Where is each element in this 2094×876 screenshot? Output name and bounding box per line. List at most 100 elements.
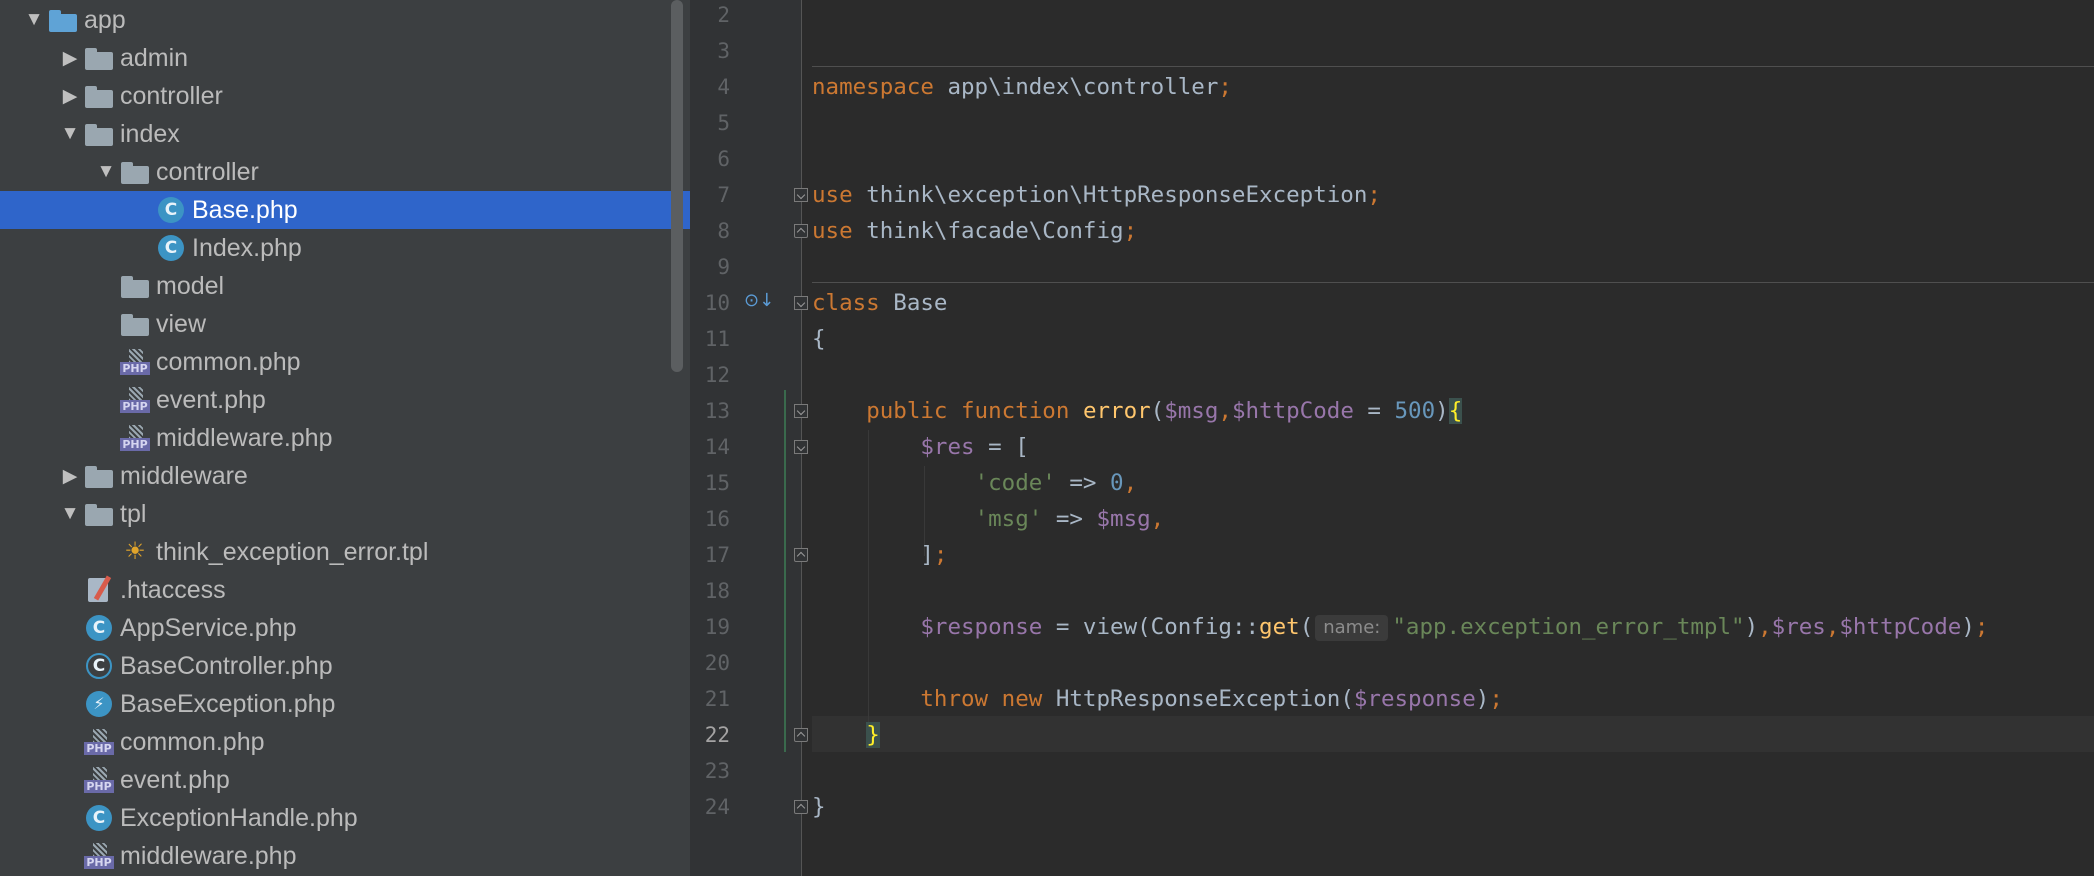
- folder-icon: [84, 499, 114, 529]
- vcs-change-marker[interactable]: [784, 390, 786, 752]
- fold-start-icon[interactable]: [794, 404, 808, 418]
- tree-item[interactable]: model: [0, 267, 690, 305]
- tree-item[interactable]: ▶ middleware: [0, 457, 690, 495]
- chevron-right-icon[interactable]: ▶: [56, 39, 84, 77]
- tree-item[interactable]: ☀ think_exception_error.tpl: [0, 533, 690, 571]
- fold-start-icon[interactable]: [794, 188, 808, 202]
- tree-item[interactable]: ▼ index: [0, 115, 690, 153]
- chevron-right-icon[interactable]: ▶: [56, 457, 84, 495]
- tree-item[interactable]: C AppService.php: [0, 609, 690, 647]
- tree-item[interactable]: PHP middleware.php: [0, 419, 690, 457]
- code-line[interactable]: 'msg' => $msg,: [812, 501, 1165, 537]
- code-token: 'code': [974, 470, 1056, 496]
- tree-item[interactable]: C ExceptionHandle.php: [0, 799, 690, 837]
- code-line[interactable]: {: [812, 321, 826, 357]
- editor-gutter[interactable]: ⊙↓ 2 3 4 5 6 7 8 9 10 11 12 13 14 15 16 17 18 19 20 21 22 23 2…: [690, 0, 808, 876]
- code-line[interactable]: class Base: [812, 285, 947, 321]
- chevron-down-icon[interactable]: ▼: [56, 115, 84, 153]
- tree-item[interactable]: view: [0, 305, 690, 343]
- tree-item[interactable]: .htaccess: [0, 571, 690, 609]
- code-line[interactable]: 'code' => 0,: [812, 465, 1138, 501]
- code-editor[interactable]: ⊙↓ 2 3 4 5 6 7 8 9 10 11 12 13 14 15 16 17 18 19 20 21 22 23 2…: [690, 0, 2094, 876]
- code-token: $res: [920, 434, 975, 460]
- chevron-down-icon[interactable]: ▼: [56, 495, 84, 533]
- php-file-icon: PHP: [120, 423, 150, 453]
- line-number: 7: [717, 183, 730, 207]
- code-token: ;: [933, 542, 948, 568]
- code-token: 'msg': [974, 506, 1043, 532]
- tree-item[interactable]: PHP common.php: [0, 723, 690, 761]
- chevron-right-icon[interactable]: ▶: [56, 77, 84, 115]
- implements-method-icon[interactable]: ⊙↓: [744, 290, 776, 316]
- code-token: ,: [1825, 614, 1840, 640]
- fold-start-icon[interactable]: [794, 440, 808, 454]
- line-number: 9: [717, 255, 730, 279]
- tree-item-label: tpl: [120, 499, 147, 528]
- tree-item-label: middleware.php: [156, 423, 333, 452]
- folder-icon: [84, 119, 114, 149]
- template-file-icon: ☀: [124, 538, 146, 565]
- code-token: ): [1475, 686, 1490, 712]
- code-token: {: [1448, 398, 1463, 424]
- code-line[interactable]: use think\exception\HttpResponseExceptio…: [812, 177, 1381, 213]
- tree-item[interactable]: C BaseController.php: [0, 647, 690, 685]
- code-line[interactable]: public function error($msg,$httpCode = 5…: [812, 393, 1463, 429]
- code-token: get: [1259, 614, 1300, 640]
- tree-item[interactable]: C Index.php: [0, 229, 690, 267]
- tree-item[interactable]: PHP common.php: [0, 343, 690, 381]
- fold-end-icon[interactable]: [794, 224, 808, 238]
- code-line[interactable]: }: [812, 789, 826, 825]
- code-token: ): [1435, 398, 1449, 424]
- code-area[interactable]: namespace app\index\controller; use think…: [812, 0, 2094, 876]
- project-tree-scroll-thumb[interactable]: [671, 0, 683, 372]
- code-line[interactable]: use think\facade\Config;: [812, 213, 1137, 249]
- php-file-icon: PHP: [84, 841, 114, 871]
- code-line[interactable]: throw new HttpResponseException($respons…: [812, 681, 1503, 717]
- line-number: 14: [704, 435, 730, 459]
- fold-end-icon[interactable]: [794, 548, 808, 562]
- line-number: 23: [704, 759, 730, 783]
- tree-item[interactable]: ▶ controller: [0, 77, 690, 115]
- tree-item[interactable]: PHP middleware.php: [0, 837, 690, 875]
- fold-end-icon[interactable]: [794, 728, 808, 742]
- tree-item[interactable]: C Base.php: [0, 191, 690, 229]
- tree-item[interactable]: PHP event.php: [0, 381, 690, 419]
- tree-item[interactable]: ▼ tpl: [0, 495, 690, 533]
- code-line[interactable]: }: [812, 717, 880, 753]
- code-line[interactable]: $response = view(Config::get(name: "app.e…: [812, 609, 1988, 645]
- tree-item-label: controller: [120, 81, 223, 110]
- tree-item[interactable]: ▶ admin: [0, 39, 690, 77]
- line-number: 8: [717, 219, 730, 243]
- fold-end-icon[interactable]: [794, 800, 808, 814]
- code-token: ;: [1367, 182, 1381, 208]
- code-token: class: [812, 290, 894, 316]
- project-tree[interactable]: ▼ app ▶ admin ▶ controller ▼ index ▼ controller C B…: [0, 0, 690, 876]
- code-line[interactable]: $res = [: [812, 429, 1028, 465]
- tree-item[interactable]: PHP event.php: [0, 761, 690, 799]
- code-token: use: [812, 218, 867, 244]
- line-number: 4: [717, 75, 730, 99]
- tree-item[interactable]: ▼ app: [0, 1, 690, 39]
- tree-item[interactable]: ▼ controller: [0, 153, 690, 191]
- php-class-icon: C: [156, 195, 186, 225]
- code-token: $msg: [1164, 398, 1219, 424]
- chevron-down-icon[interactable]: ▼: [92, 153, 120, 191]
- code-token: Base: [893, 290, 948, 316]
- tree-item[interactable]: ⚡ BaseException.php: [0, 685, 690, 723]
- code-line[interactable]: ];: [812, 537, 947, 573]
- line-number: 2: [717, 3, 730, 27]
- line-number: 21: [704, 687, 730, 711]
- fold-start-icon[interactable]: [794, 296, 808, 310]
- code-token: (: [1150, 398, 1165, 424]
- line-number: 20: [704, 651, 730, 675]
- chevron-down-icon[interactable]: ▼: [20, 1, 48, 39]
- line-number: 11: [704, 327, 730, 351]
- code-line[interactable]: namespace app\index\controller;: [812, 69, 1232, 105]
